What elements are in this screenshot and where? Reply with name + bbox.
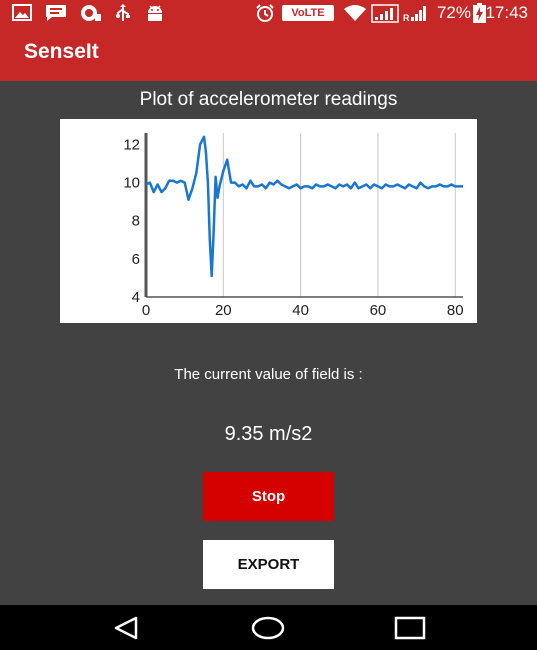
field-value: 9.35 m/s2: [224, 423, 313, 445]
field-label: The current value of field is :: [174, 366, 363, 383]
back-icon: [114, 616, 138, 639]
chart-grid: [222, 133, 456, 297]
volte-label: VoLTE: [291, 7, 325, 19]
chart-svg: 0 20 40 60 80 4 6 8 10 12: [123, 133, 464, 319]
x-tick-label: 60: [370, 302, 387, 319]
chart-axes: [144, 133, 463, 298]
x-tick-label: 40: [292, 302, 309, 319]
y-tick-label: 4: [132, 289, 140, 306]
signal-icon: [371, 4, 399, 23]
chart-tick-labels: 0 20 40 60 80 4 6 8 10 12: [123, 136, 463, 319]
message-icon: [46, 5, 66, 21]
stop-button[interactable]: Stop: [203, 472, 334, 521]
image-icon: [12, 4, 32, 21]
whatsapp-icon: [81, 5, 101, 21]
wifi-icon: [344, 5, 366, 21]
app-bar: SenseIt: [0, 26, 537, 81]
chart-series: [145, 135, 463, 278]
y-tick-label: 10: [123, 175, 140, 192]
y-tick-label: 8: [132, 213, 140, 230]
accelerometer-chart: 0 20 40 60 80 4 6 8 10 12: [60, 119, 477, 323]
status-bar: VoLTE R 72% 17:43: [0, 0, 537, 26]
recents-icon: [394, 616, 426, 639]
x-tick-label: 80: [447, 302, 464, 319]
recents-button[interactable]: [380, 605, 440, 650]
svg-text:R: R: [403, 13, 410, 23]
signal-icon-secondary: R: [403, 6, 426, 23]
usb-icon: [116, 4, 130, 21]
home-icon: [251, 616, 285, 639]
back-button[interactable]: [96, 605, 156, 650]
y-tick-label: 6: [132, 251, 140, 268]
plot-title: Plot of accelerometer readings: [139, 89, 398, 110]
volte-badge: VoLTE: [282, 5, 334, 21]
clock: 17:43: [485, 3, 528, 22]
android-icon: [148, 5, 162, 21]
app-title: SenseIt: [24, 40, 99, 63]
x-tick-label: 0: [142, 302, 150, 319]
battery-charging-icon: [473, 3, 486, 23]
alarm-icon: [256, 4, 274, 22]
x-tick-label: 20: [215, 302, 232, 319]
y-tick-label: 12: [123, 136, 140, 153]
battery-percent: 72%: [436, 3, 471, 22]
series-line: [145, 135, 463, 278]
home-button[interactable]: [238, 605, 298, 650]
navigation-bar: [0, 605, 537, 650]
export-button[interactable]: EXPORT: [203, 540, 334, 589]
